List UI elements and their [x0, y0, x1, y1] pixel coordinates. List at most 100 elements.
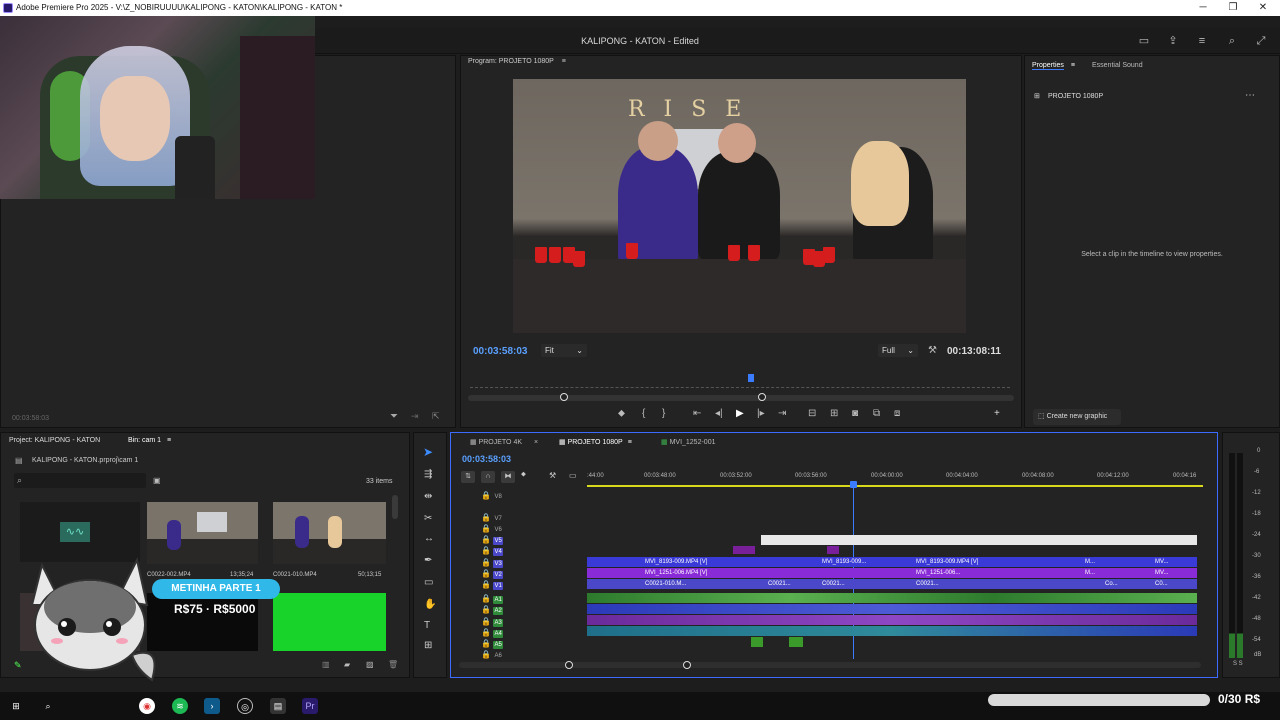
- program-playhead[interactable]: [748, 374, 754, 382]
- chrome-icon[interactable]: ◉: [139, 698, 155, 714]
- track-header-a3[interactable]: 🔒 A3: [481, 617, 504, 627]
- close-icon[interactable]: ×: [534, 439, 538, 446]
- tab-essential-sound[interactable]: Essential Sound: [1092, 62, 1143, 69]
- insert-icon[interactable]: ⇥: [411, 411, 419, 422]
- clip-label[interactable]: MVI_8193-009.MP4 [V]: [913, 557, 1023, 567]
- solo-buttons[interactable]: S S: [1233, 661, 1243, 667]
- clip[interactable]: [733, 546, 755, 554]
- quick-export-icon[interactable]: ▭: [1138, 35, 1150, 47]
- lock-icon[interactable]: 🔒: [481, 546, 491, 555]
- go-to-in-icon[interactable]: ⇤: [693, 408, 701, 419]
- clip-thumbnail[interactable]: [147, 502, 258, 564]
- scroll-handle-left[interactable]: [560, 393, 568, 401]
- clip-label[interactable]: C0021...: [819, 579, 859, 589]
- track-header-a4[interactable]: 🔒 A4: [481, 628, 504, 638]
- type-tool-icon[interactable]: T: [424, 620, 430, 631]
- trash-icon[interactable]: 🗑: [388, 660, 398, 669]
- settings-wrench-icon[interactable]: ⚒: [928, 345, 937, 356]
- search-icon[interactable]: ⌕: [40, 698, 56, 714]
- obs-icon[interactable]: ◎: [237, 698, 253, 714]
- a2-audio-clips[interactable]: [587, 604, 1197, 614]
- tab-bin[interactable]: Bin: cam 1 ≡: [128, 437, 171, 444]
- pen-icon[interactable]: ✎: [14, 660, 22, 671]
- a3-audio-clips[interactable]: [587, 615, 1197, 625]
- lock-icon[interactable]: 🔒: [481, 535, 491, 544]
- minimize-button[interactable]: ─: [1188, 0, 1218, 16]
- more-options-icon[interactable]: ⋯: [1245, 90, 1255, 101]
- export-frame-icon[interactable]: ◙: [852, 408, 858, 419]
- tab-sequence-4k[interactable]: ▦ PROJETO 4K ×: [470, 438, 538, 446]
- lock-icon[interactable]: 🔒: [481, 558, 491, 567]
- lock-icon[interactable]: 🔒: [481, 650, 491, 659]
- program-time-ruler[interactable]: [470, 374, 1010, 388]
- track-header-a1[interactable]: 🔒 A1: [481, 594, 504, 604]
- share-icon[interactable]: ⇪: [1167, 35, 1179, 47]
- clip-label[interactable]: MVI_8193-009...: [819, 557, 879, 567]
- slip-tool-icon[interactable]: ↔: [424, 533, 434, 544]
- green-screen-thumbnail[interactable]: [273, 593, 386, 651]
- maximize-button[interactable]: ❐: [1218, 0, 1248, 16]
- timeline-timecode[interactable]: 00:03:58:03: [462, 454, 511, 464]
- proxy-icon[interactable]: ⧈: [894, 408, 900, 419]
- clip-label[interactable]: M...: [1082, 557, 1104, 567]
- clip-label[interactable]: M...: [1082, 568, 1104, 578]
- windows-start-icon[interactable]: ⊞: [8, 698, 24, 714]
- lock-icon[interactable]: 🔒: [481, 580, 491, 589]
- lock-icon[interactable]: 🔒: [481, 639, 491, 648]
- app-icon[interactable]: ▤: [270, 698, 286, 714]
- zoom-select[interactable]: Fit ⌄: [541, 344, 587, 357]
- timeline-ruler[interactable]: :44:00 00:03:48:00 00:03:52:00 00:03:56:…: [587, 469, 1207, 487]
- spotify-icon[interactable]: ≋: [172, 698, 188, 714]
- lock-icon[interactable]: 🔒: [481, 524, 491, 533]
- clip-thumbnail[interactable]: [273, 502, 386, 564]
- track-header-v6[interactable]: 🔒 V6: [481, 524, 503, 534]
- clip-label[interactable]: MVI_1251-006.MP4 [V]: [642, 568, 762, 578]
- clip-label[interactable]: MVI_8193-009.MP4 [V]: [642, 557, 762, 567]
- tab-project[interactable]: Project: KALIPONG - KATON: [9, 437, 100, 444]
- lock-icon[interactable]: 🔒: [481, 491, 491, 500]
- add-button-icon[interactable]: +: [994, 408, 1000, 419]
- terminal-icon[interactable]: ›: [204, 698, 220, 714]
- create-new-graphic-button[interactable]: ⬚ Create new graphic: [1033, 409, 1121, 425]
- snap-icon[interactable]: ∩: [481, 471, 495, 483]
- razor-tool-icon[interactable]: ✂: [424, 513, 432, 524]
- clip-label[interactable]: MVI_1251-006...: [913, 568, 973, 578]
- track-select-tool-icon[interactable]: ⇶: [424, 469, 432, 480]
- track-header-v7[interactable]: 🔒 V7: [481, 513, 503, 523]
- panel-menu-icon[interactable]: ≡: [1071, 62, 1075, 69]
- search-icon[interactable]: ⌕: [1226, 35, 1238, 47]
- linked-selection-icon[interactable]: ⧓: [501, 471, 515, 483]
- mark-in-icon[interactable]: {: [642, 408, 645, 419]
- lock-icon[interactable]: 🔒: [481, 513, 491, 522]
- track-header-v2[interactable]: 🔒 V2: [481, 569, 504, 579]
- automate-icon[interactable]: ▥: [322, 660, 330, 669]
- export-frame-icon[interactable]: ⇱: [432, 411, 440, 422]
- clip-label[interactable]: Co...: [1102, 579, 1127, 589]
- program-zoom-scrollbar[interactable]: [468, 393, 1014, 401]
- rectangle-tool-icon[interactable]: ▭: [424, 577, 433, 588]
- project-scrollbar[interactable]: [392, 495, 398, 519]
- go-to-out-icon[interactable]: ⇥: [778, 408, 786, 419]
- clip-label[interactable]: C0021...: [765, 579, 805, 589]
- a4-audio-clips[interactable]: [587, 626, 1197, 636]
- track-header-v3[interactable]: 🔒 V3: [481, 558, 504, 568]
- program-playhead-timecode[interactable]: 00:03:58:03: [473, 346, 527, 357]
- a5-audio-clip[interactable]: [751, 637, 763, 647]
- ripple-edit-tool-icon[interactable]: ⇹: [424, 491, 432, 502]
- lock-icon[interactable]: 🔒: [481, 617, 491, 626]
- caption-tool-icon[interactable]: ⊞: [424, 640, 432, 651]
- workspaces-icon[interactable]: ≡: [1196, 35, 1208, 47]
- add-marker-icon[interactable]: ⬥: [521, 471, 526, 479]
- track-header-a5[interactable]: 🔒 A5: [481, 639, 504, 649]
- playhead-handle[interactable]: [850, 481, 857, 488]
- tab-properties[interactable]: Properties ≡: [1032, 62, 1075, 70]
- new-search-bin-icon[interactable]: ▣: [153, 476, 161, 485]
- a5-audio-clip[interactable]: [789, 637, 803, 647]
- graphic-clip[interactable]: [761, 535, 1197, 545]
- panel-menu-icon[interactable]: ≡: [562, 58, 566, 65]
- step-forward-icon[interactable]: |▸: [757, 408, 765, 419]
- play-icon[interactable]: ▶: [736, 408, 744, 419]
- filter-icon[interactable]: ⏷: [390, 411, 398, 422]
- new-item-icon[interactable]: ▨: [366, 660, 374, 669]
- fullscreen-icon[interactable]: ⤢: [1255, 35, 1267, 47]
